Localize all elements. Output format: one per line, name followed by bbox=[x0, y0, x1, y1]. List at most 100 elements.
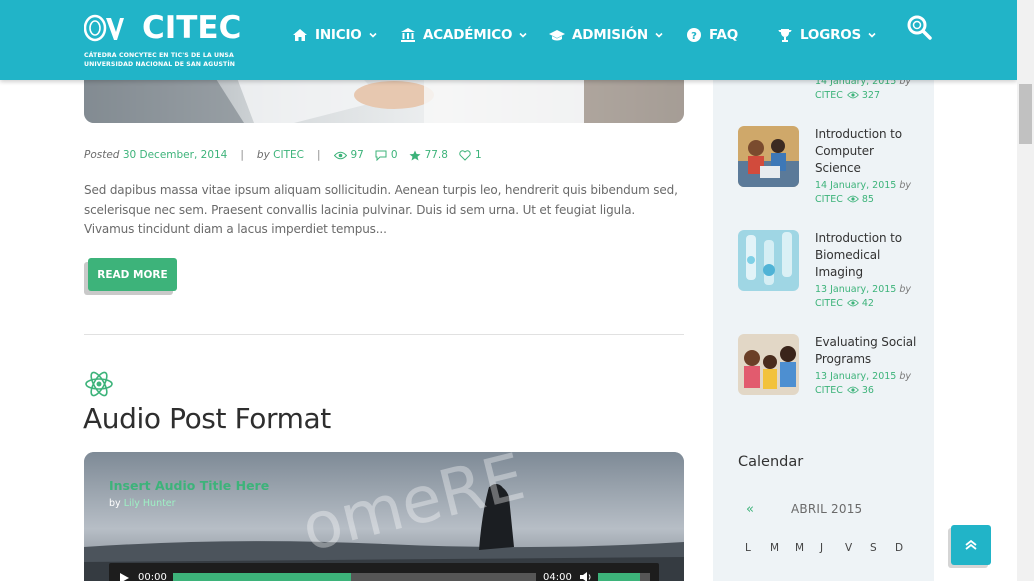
audio-author-link[interactable]: Lily Hunter bbox=[124, 498, 176, 509]
site-header: CITEC CÁTEDRA CONCYTEC EN TIC'S DE LA UN… bbox=[0, 0, 1017, 80]
logo-subtitle-2: UNIVERSIDAD NACIONAL DE SAN AGUSTÍN bbox=[84, 61, 236, 68]
volume-icon[interactable] bbox=[579, 571, 592, 581]
recent-post-meta: 14 January, 2015 by CITEC 85 bbox=[815, 179, 911, 207]
heart-icon bbox=[459, 149, 471, 161]
post-excerpt: Sed dapibus massa vitae ipsum aliquam so… bbox=[84, 183, 678, 236]
recent-post-item: Introduction to Biomedical Imaging 13 Ja… bbox=[738, 230, 923, 320]
eye-icon bbox=[333, 151, 347, 159]
rating-stat: 77.8 bbox=[409, 149, 448, 161]
rating-value: 77.8 bbox=[424, 149, 448, 161]
volume-slider[interactable] bbox=[598, 573, 650, 581]
chevron-double-up-icon bbox=[965, 539, 977, 550]
weekday-label: J bbox=[820, 542, 824, 554]
audio-progress-fill bbox=[173, 573, 351, 581]
nav-label-logros: LOGROS bbox=[800, 27, 862, 43]
recent-post-meta: 13 January, 2015 by CITEC 36 bbox=[815, 370, 911, 398]
meta-separator: | bbox=[316, 149, 321, 161]
logo-text: CITEC bbox=[142, 10, 242, 46]
views-stat: 97 bbox=[333, 149, 364, 161]
back-to-top-button[interactable] bbox=[951, 525, 991, 565]
meta-separator: | bbox=[240, 149, 244, 161]
recent-post-title[interactable]: Introduction to Biomedical Imaging bbox=[815, 230, 923, 281]
weekday-label: L bbox=[745, 542, 751, 554]
post-date-link[interactable]: 30 December, 2014 bbox=[123, 149, 228, 161]
calendar-weekdays: L M M J V S D bbox=[745, 542, 920, 554]
graduation-cap-icon bbox=[549, 30, 565, 41]
recent-post-author[interactable]: CITEC bbox=[815, 90, 843, 101]
trophy-icon bbox=[778, 29, 792, 42]
volume-fill bbox=[598, 573, 640, 581]
audio-post-card: omeRE Insert Audio Title Here by Lily Hu… bbox=[84, 452, 684, 581]
play-icon[interactable] bbox=[118, 572, 130, 581]
by-label: by bbox=[899, 284, 912, 295]
home-icon bbox=[293, 29, 307, 41]
post-title[interactable]: Audio Post Format bbox=[83, 402, 331, 435]
recent-post-meta: 13 January, 2015 by CITEC 42 bbox=[815, 283, 911, 311]
site-logo[interactable]: CITEC CÁTEDRA CONCYTEC EN TIC'S DE LA UN… bbox=[84, 10, 244, 72]
weekday-label: S bbox=[870, 542, 877, 554]
weekday-label: M bbox=[795, 542, 805, 554]
recent-post-views: 42 bbox=[861, 298, 874, 309]
nav-label-academico: ACADÉMICO bbox=[423, 27, 513, 43]
question-circle-icon: ? bbox=[687, 28, 701, 42]
chevron-down-icon bbox=[868, 32, 876, 38]
calendar-title: Calendar bbox=[738, 454, 804, 470]
nav-item-academico[interactable]: ACADÉMICO bbox=[400, 25, 549, 45]
thumbnail-image bbox=[738, 334, 799, 395]
nav-label-faq: FAQ bbox=[709, 27, 738, 43]
nav-item-admision[interactable]: ADMISIÓN bbox=[549, 25, 686, 45]
nav-item-inicio[interactable]: INICIO bbox=[292, 25, 400, 45]
likes-stat[interactable]: 1 bbox=[459, 149, 482, 161]
by-label: by bbox=[899, 180, 912, 191]
recent-post-thumbnail[interactable] bbox=[738, 126, 799, 187]
audio-total-time: 04:00 bbox=[543, 572, 572, 581]
recent-post-thumbnail[interactable] bbox=[738, 230, 799, 291]
audio-byline: by Lily Hunter bbox=[109, 498, 176, 509]
atom-icon bbox=[85, 371, 113, 397]
audio-by-label: by bbox=[109, 498, 121, 509]
calendar-month: ABRIL 2015 bbox=[791, 502, 863, 516]
recent-post-item: Evaluating Social Programs 13 January, 2… bbox=[738, 334, 923, 404]
search-icon[interactable] bbox=[906, 14, 932, 40]
recent-post-thumbnail[interactable] bbox=[738, 334, 799, 395]
recent-post-title[interactable]: Introduction to Computer Science bbox=[815, 126, 923, 177]
post-divider bbox=[84, 334, 684, 335]
comments-stat[interactable]: 0 bbox=[375, 149, 398, 161]
page-scrollbar[interactable] bbox=[1017, 0, 1034, 581]
audio-progress-bar[interactable] bbox=[173, 573, 536, 581]
read-more-button[interactable]: READ MORE bbox=[88, 258, 177, 291]
nav-item-logros[interactable]: LOGROS bbox=[777, 25, 887, 45]
eye-icon bbox=[846, 91, 859, 99]
logo-subtitle-1: CÁTEDRA CONCYTEC EN TIC'S DE LA UNSA bbox=[84, 52, 234, 59]
weekday-label: V bbox=[845, 542, 853, 554]
audio-track-title[interactable]: Insert Audio Title Here bbox=[109, 478, 269, 493]
nav-item-faq[interactable]: ? FAQ bbox=[686, 25, 777, 45]
posted-label: Posted bbox=[84, 149, 120, 161]
eye-icon bbox=[846, 386, 859, 394]
recent-post-author[interactable]: CITEC bbox=[815, 194, 843, 205]
weekday-label: M bbox=[770, 542, 780, 554]
nav-label-admision: ADMISIÓN bbox=[572, 27, 649, 43]
main-nav: INICIO ACADÉMICO ADMISIÓN ? FAQ LOGROS bbox=[292, 25, 887, 45]
calendar-prev-month[interactable]: « bbox=[746, 502, 754, 517]
eye-icon bbox=[846, 195, 859, 203]
recent-post-views: 327 bbox=[861, 90, 881, 101]
likes-count: 1 bbox=[474, 149, 482, 161]
audio-player: 00:00 04:00 bbox=[109, 563, 659, 581]
thumbnail-image bbox=[738, 126, 799, 187]
svg-text:?: ? bbox=[691, 31, 697, 42]
post-author-link[interactable]: CITEC bbox=[273, 149, 304, 161]
by-label: by bbox=[899, 371, 912, 382]
recent-post-author[interactable]: CITEC bbox=[815, 385, 843, 396]
recent-post-title[interactable]: Evaluating Social Programs bbox=[815, 334, 923, 368]
post-meta: Posted 30 December, 2014 | by CITEC | 97… bbox=[84, 149, 493, 161]
recent-post-author[interactable]: CITEC bbox=[815, 298, 843, 309]
star-icon bbox=[409, 150, 421, 160]
chevron-down-icon bbox=[655, 32, 663, 38]
views-count: 97 bbox=[350, 149, 364, 161]
weekday-label: D bbox=[895, 542, 904, 554]
scrollbar-thumb[interactable] bbox=[1019, 84, 1032, 144]
chevron-down-icon bbox=[519, 32, 527, 38]
recent-post-views: 85 bbox=[861, 194, 874, 205]
recent-post-item: Introduction to Computer Science 14 Janu… bbox=[738, 126, 923, 216]
